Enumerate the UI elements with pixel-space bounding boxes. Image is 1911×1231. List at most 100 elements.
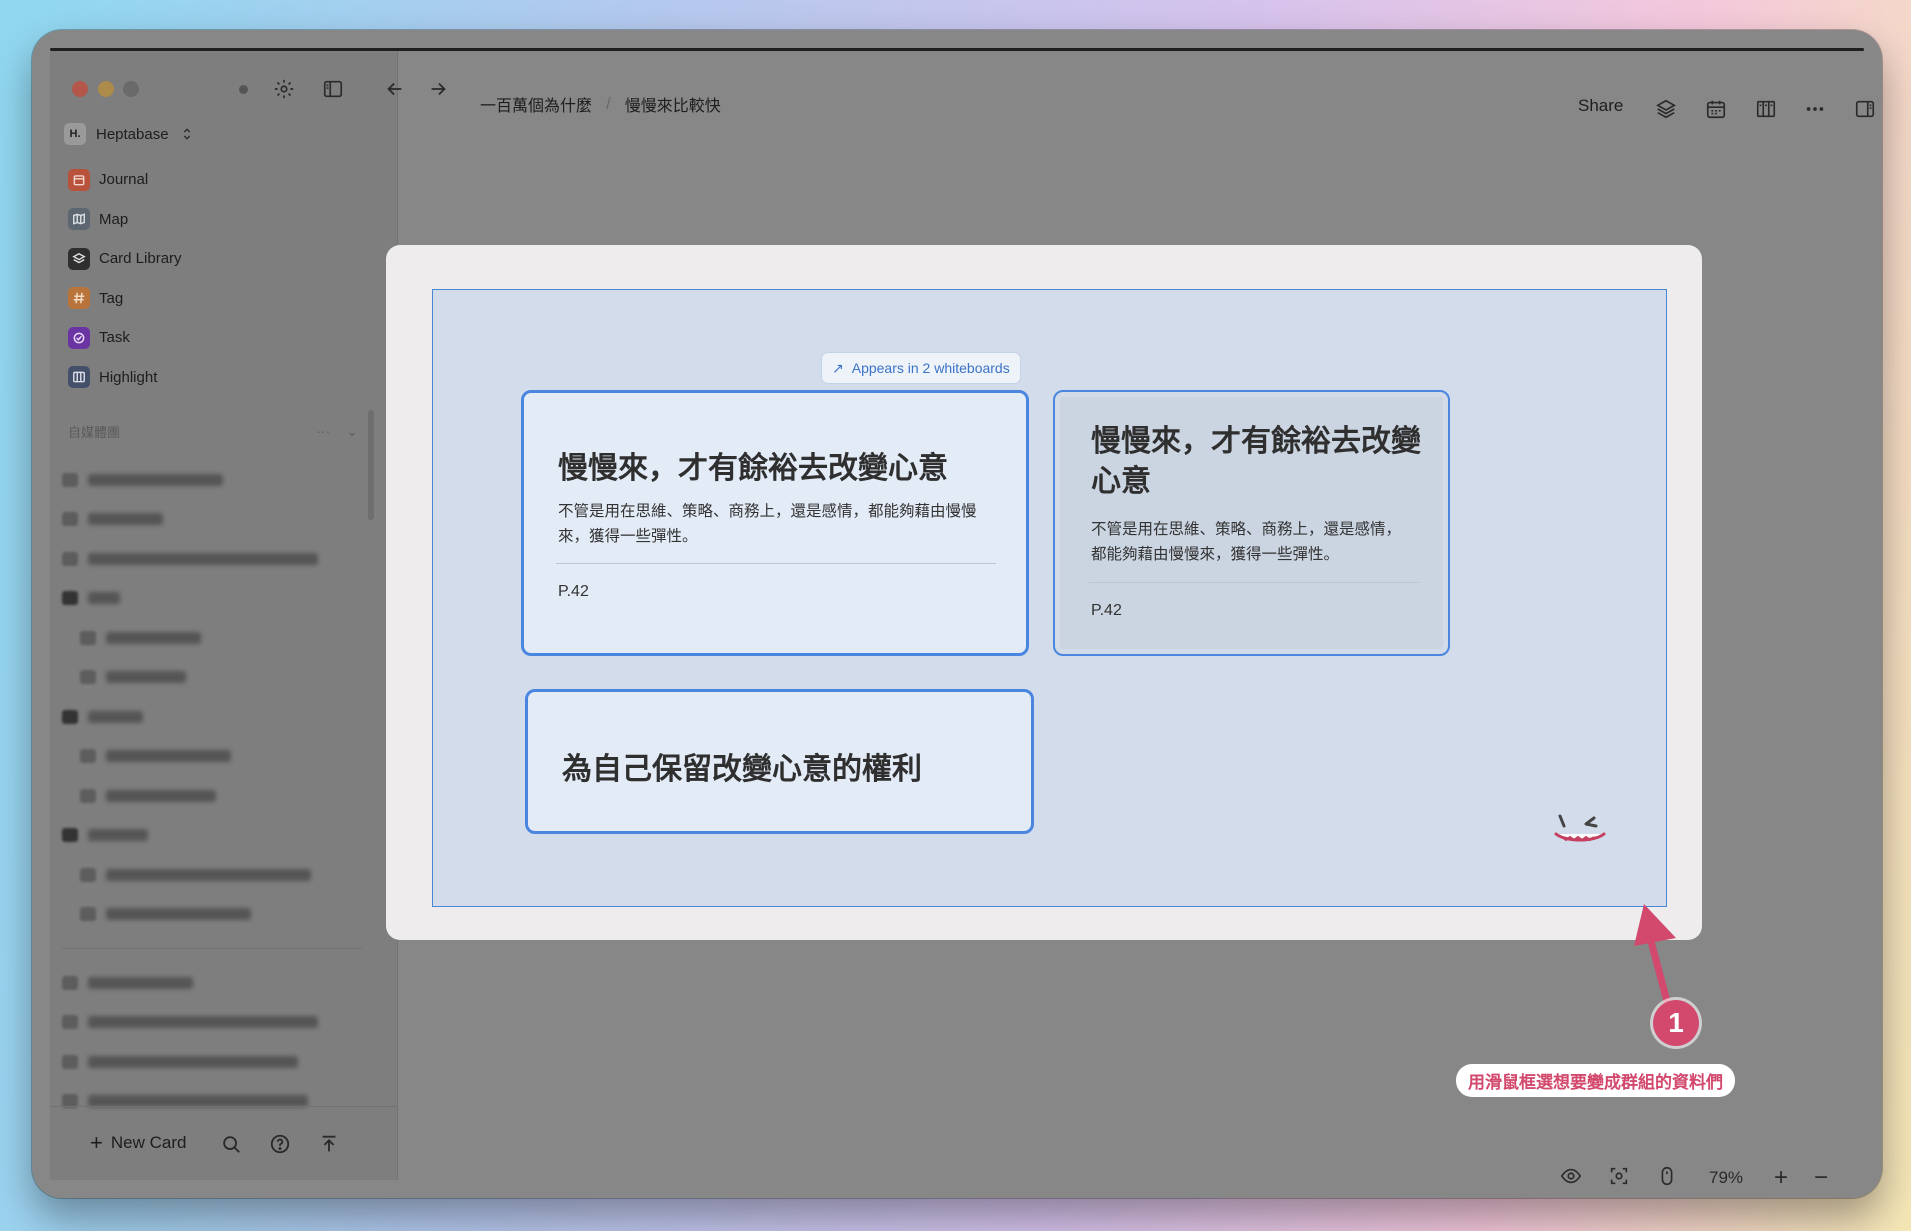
share-button[interactable]: Share [1578,96,1623,116]
toggle-sidebar-icon[interactable] [320,76,346,102]
zoom-in-icon[interactable]: + [1774,1164,1788,1192]
upload-icon[interactable] [316,1131,342,1157]
card-icon [80,867,96,882]
more-horizontal-icon[interactable] [1802,96,1828,122]
chevron-up-down-icon [183,128,190,140]
sidebar-item-tag[interactable]: Tag [62,279,362,319]
card-icon [80,630,96,645]
note-card[interactable]: 慢慢來，才有餘裕去改變心意 不管是用在思維、策略、商務上，還是感情，都能夠藉由慢… [1053,390,1450,656]
mouse-icon[interactable] [1656,1165,1678,1192]
list-item[interactable] [62,618,362,658]
sidebar-item-task[interactable]: Task [62,318,362,358]
forward-arrow-icon[interactable] [425,76,451,102]
workspace-logo: H. [64,123,86,145]
breadcrumb-item[interactable]: 一百萬個為什麼 [480,92,592,116]
card-icon [62,1015,78,1030]
card-icon [62,975,78,990]
sidebar-item-map[interactable]: Map [62,200,362,240]
list-item[interactable] [62,697,362,737]
annotation-arrow-icon [1634,904,1676,1009]
book-icon[interactable] [1753,96,1779,122]
card-library-icon [68,247,90,270]
canvas-controls: 79% + − [1560,1164,1828,1192]
card-icon [62,472,78,487]
list-item[interactable] [62,460,362,500]
list-item[interactable] [62,1003,362,1043]
zoom-window-button[interactable] [123,81,139,97]
redacted-title [88,710,143,723]
back-arrow-icon[interactable] [382,76,408,102]
minimize-window-button[interactable] [98,81,114,97]
list-item[interactable] [62,579,362,619]
divider [62,948,362,949]
divider [556,563,996,564]
breadcrumb: 一百萬個為什麼 / 慢慢來比較快 [480,92,721,116]
divider [1089,582,1419,583]
sidebar-item-label: Map [99,210,129,228]
card-page-ref: P.42 [1091,602,1122,619]
help-icon[interactable] [267,1131,293,1157]
calendar-icon[interactable] [1703,96,1729,122]
redacted-title [106,908,251,921]
redacted-title [88,1055,298,1068]
folder-icon [62,591,78,606]
card-body: 不管是用在思維、策略、商務上，還是感情，都能夠藉由慢慢來，獲得一些彈性。 [558,502,977,545]
redacted-title [88,592,120,605]
note-card[interactable]: 慢慢來，才有餘裕去改變心意 不管是用在思維、策略、商務上，還是感情，都能夠藉由慢… [521,390,1029,656]
folder-icon [62,709,78,724]
redacted-title [88,473,223,486]
workspace-switcher[interactable]: H. Heptabase [64,118,195,150]
sidebar-item-journal[interactable]: Journal [62,160,362,200]
sidebar-scrollbar[interactable] [368,410,374,520]
folder-icon [62,828,78,843]
map-icon [68,208,90,231]
list-item[interactable] [62,855,362,895]
list-item[interactable] [62,1042,362,1082]
list-item[interactable] [62,539,362,579]
zoom-out-icon[interactable]: − [1814,1164,1828,1192]
card-icon [80,670,96,685]
eye-icon[interactable] [1560,1165,1582,1192]
sidebar-item-label: Card Library [99,250,182,268]
fit-screen-icon[interactable] [1608,1165,1630,1192]
right-panel-icon[interactable] [1852,96,1878,122]
sidebar-item-highlight[interactable]: Highlight [62,358,362,398]
new-card-button[interactable]: + New Card [90,1132,186,1154]
redacted-title [106,750,231,763]
breadcrumb-item[interactable]: 慢慢來比較快 [625,92,721,116]
gear-icon[interactable] [271,76,297,102]
chevron-down-icon[interactable]: ⌄ [346,423,358,440]
sidebar-tree [62,460,362,1121]
list-item[interactable] [62,895,362,935]
zoom-level[interactable]: 79% [1704,1168,1748,1188]
sidebar-section-header[interactable]: 自媒體團 ··· ⌄ [68,418,358,444]
card-icon [62,512,78,527]
redacted-title [88,552,318,565]
list-item[interactable] [62,737,362,777]
breadcrumb-separator: / [606,94,611,113]
list-item[interactable] [62,658,362,698]
note-card[interactable]: 為自己保留改變心意的權利 [525,689,1034,834]
more-icon[interactable]: ··· [316,423,330,440]
arrow-up-right-icon: ↗ [832,359,844,376]
redacted-title [106,671,186,684]
card-body: 不管是用在思維、策略、商務上，還是感情，都能夠藉由慢慢來，獲得一些彈性。 [1091,520,1402,563]
sidebar-item-card-library[interactable]: Card Library [62,239,362,279]
card-icon [62,1054,78,1069]
list-item[interactable] [62,776,362,816]
list-item[interactable] [62,816,362,856]
card-page-ref: P.42 [558,583,589,600]
plus-icon: + [90,1130,103,1155]
appears-in-whiteboards-badge[interactable]: ↗ Appears in 2 whiteboards [821,352,1021,384]
sync-status-dot-icon [232,78,254,100]
redacted-title [88,976,193,989]
sidebar-item-label: Tag [99,289,124,307]
redacted-title [88,1016,318,1029]
layers-icon[interactable] [1653,96,1679,122]
close-window-button[interactable] [72,81,88,97]
list-item[interactable] [62,963,362,1003]
sidebar-item-label: Journal [99,171,149,189]
sidebar-footer: + New Card [50,1106,398,1180]
list-item[interactable] [62,500,362,540]
search-icon[interactable] [218,1131,244,1157]
